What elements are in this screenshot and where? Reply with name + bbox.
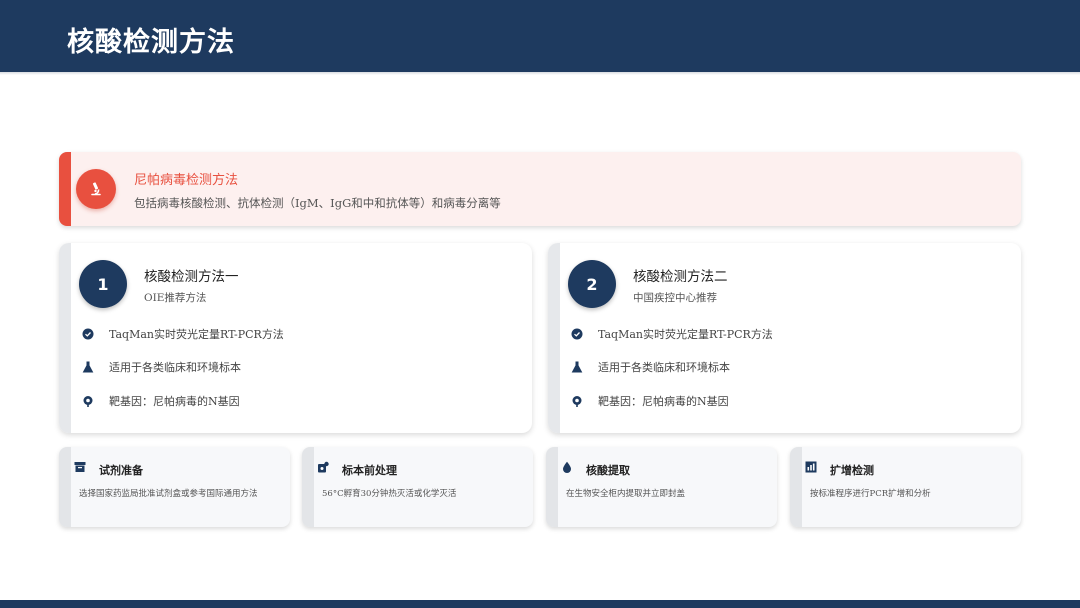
step-card-amplification: 扩增检测 按标准程序进行PCR扩增和分析: [790, 447, 1021, 527]
check-badge-icon: [570, 327, 584, 341]
card-side-bar: [302, 447, 314, 527]
step-description: 在生物安全柜内提取并立即封盖: [566, 489, 686, 499]
step-title: 标本前处理: [342, 464, 397, 477]
card-side-bar: [546, 447, 558, 527]
method-number-badge: 1: [79, 260, 127, 308]
feature-text: 靶基因：尼帕病毒的N基因: [598, 395, 729, 408]
step-description: 按标准程序进行PCR扩增和分析: [810, 489, 931, 499]
feature-text: 适用于各类临床和环境标本: [598, 361, 730, 374]
step-card-reagent: 试剂准备 选择国家药监局批准试剂盒或参考国际通用方法: [59, 447, 290, 527]
method-number-badge: 2: [568, 260, 616, 308]
banner-description: 包括病毒核酸检测、抗体检测（IgM、IgG和中和抗体等）和病毒分离等: [134, 196, 501, 210]
step-description: 56°C孵育30分钟热灭活或化学灭活: [322, 489, 457, 499]
target-icon: [570, 394, 584, 408]
method-subtitle: 中国疾控中心推荐: [633, 292, 717, 304]
feature-text: 靶基因：尼帕病毒的N基因: [109, 395, 240, 408]
method-subtitle: OIE推荐方法: [144, 292, 207, 304]
method-title: 核酸检测方法二: [633, 269, 728, 285]
footer-bar: [0, 600, 1080, 608]
method-card-1: 1 核酸检测方法一 OIE推荐方法 TaqMan实时荧光定量RT-PCR方法 适…: [59, 243, 532, 433]
feature-text: TaqMan实时荧光定量RT-PCR方法: [598, 328, 773, 341]
card-side-bar: [59, 447, 71, 527]
flask-icon: [570, 360, 584, 374]
card-side-bar: [548, 243, 560, 433]
feature-item: 靶基因：尼帕病毒的N基因: [570, 392, 729, 410]
box-icon: [74, 461, 86, 473]
card-side-bar: [790, 447, 802, 527]
info-banner: 尼帕病毒检测方法 包括病毒核酸检测、抗体检测（IgM、IgG和中和抗体等）和病毒…: [59, 152, 1021, 226]
step-description: 选择国家药监局批准试剂盒或参考国际通用方法: [79, 489, 258, 499]
step-card-pretreatment: 标本前处理 56°C孵育30分钟热灭活或化学灭活: [302, 447, 533, 527]
feature-text: 适用于各类临床和环境标本: [109, 361, 241, 374]
method-title: 核酸检测方法一: [144, 269, 239, 285]
banner-accent-bar: [59, 152, 71, 226]
method-card-2: 2 核酸检测方法二 中国疾控中心推荐 TaqMan实时荧光定量RT-PCR方法 …: [548, 243, 1021, 433]
feature-item: TaqMan实时荧光定量RT-PCR方法: [81, 325, 284, 343]
step-title: 试剂准备: [99, 464, 143, 477]
page-title: 核酸检测方法: [67, 27, 235, 58]
drop-icon: [561, 461, 573, 473]
header-bar: 核酸检测方法: [0, 0, 1080, 72]
target-icon: [81, 394, 95, 408]
check-badge-icon: [81, 327, 95, 341]
step-card-extraction: 核酸提取 在生物安全柜内提取并立即封盖: [546, 447, 777, 527]
microscope-icon: [76, 169, 116, 209]
feature-item: 适用于各类临床和环境标本: [570, 358, 730, 376]
step-title: 扩增检测: [830, 464, 874, 477]
feature-text: TaqMan实时荧光定量RT-PCR方法: [109, 328, 284, 341]
feature-item: 靶基因：尼帕病毒的N基因: [81, 392, 240, 410]
virus-icon: [317, 461, 329, 473]
flask-icon: [81, 360, 95, 374]
header-shadow: [0, 72, 1080, 75]
card-side-bar: [59, 243, 71, 433]
bar-chart-icon: [805, 461, 817, 473]
banner-title: 尼帕病毒检测方法: [134, 173, 239, 188]
feature-item: TaqMan实时荧光定量RT-PCR方法: [570, 325, 773, 343]
feature-item: 适用于各类临床和环境标本: [81, 358, 241, 376]
step-title: 核酸提取: [586, 464, 630, 477]
